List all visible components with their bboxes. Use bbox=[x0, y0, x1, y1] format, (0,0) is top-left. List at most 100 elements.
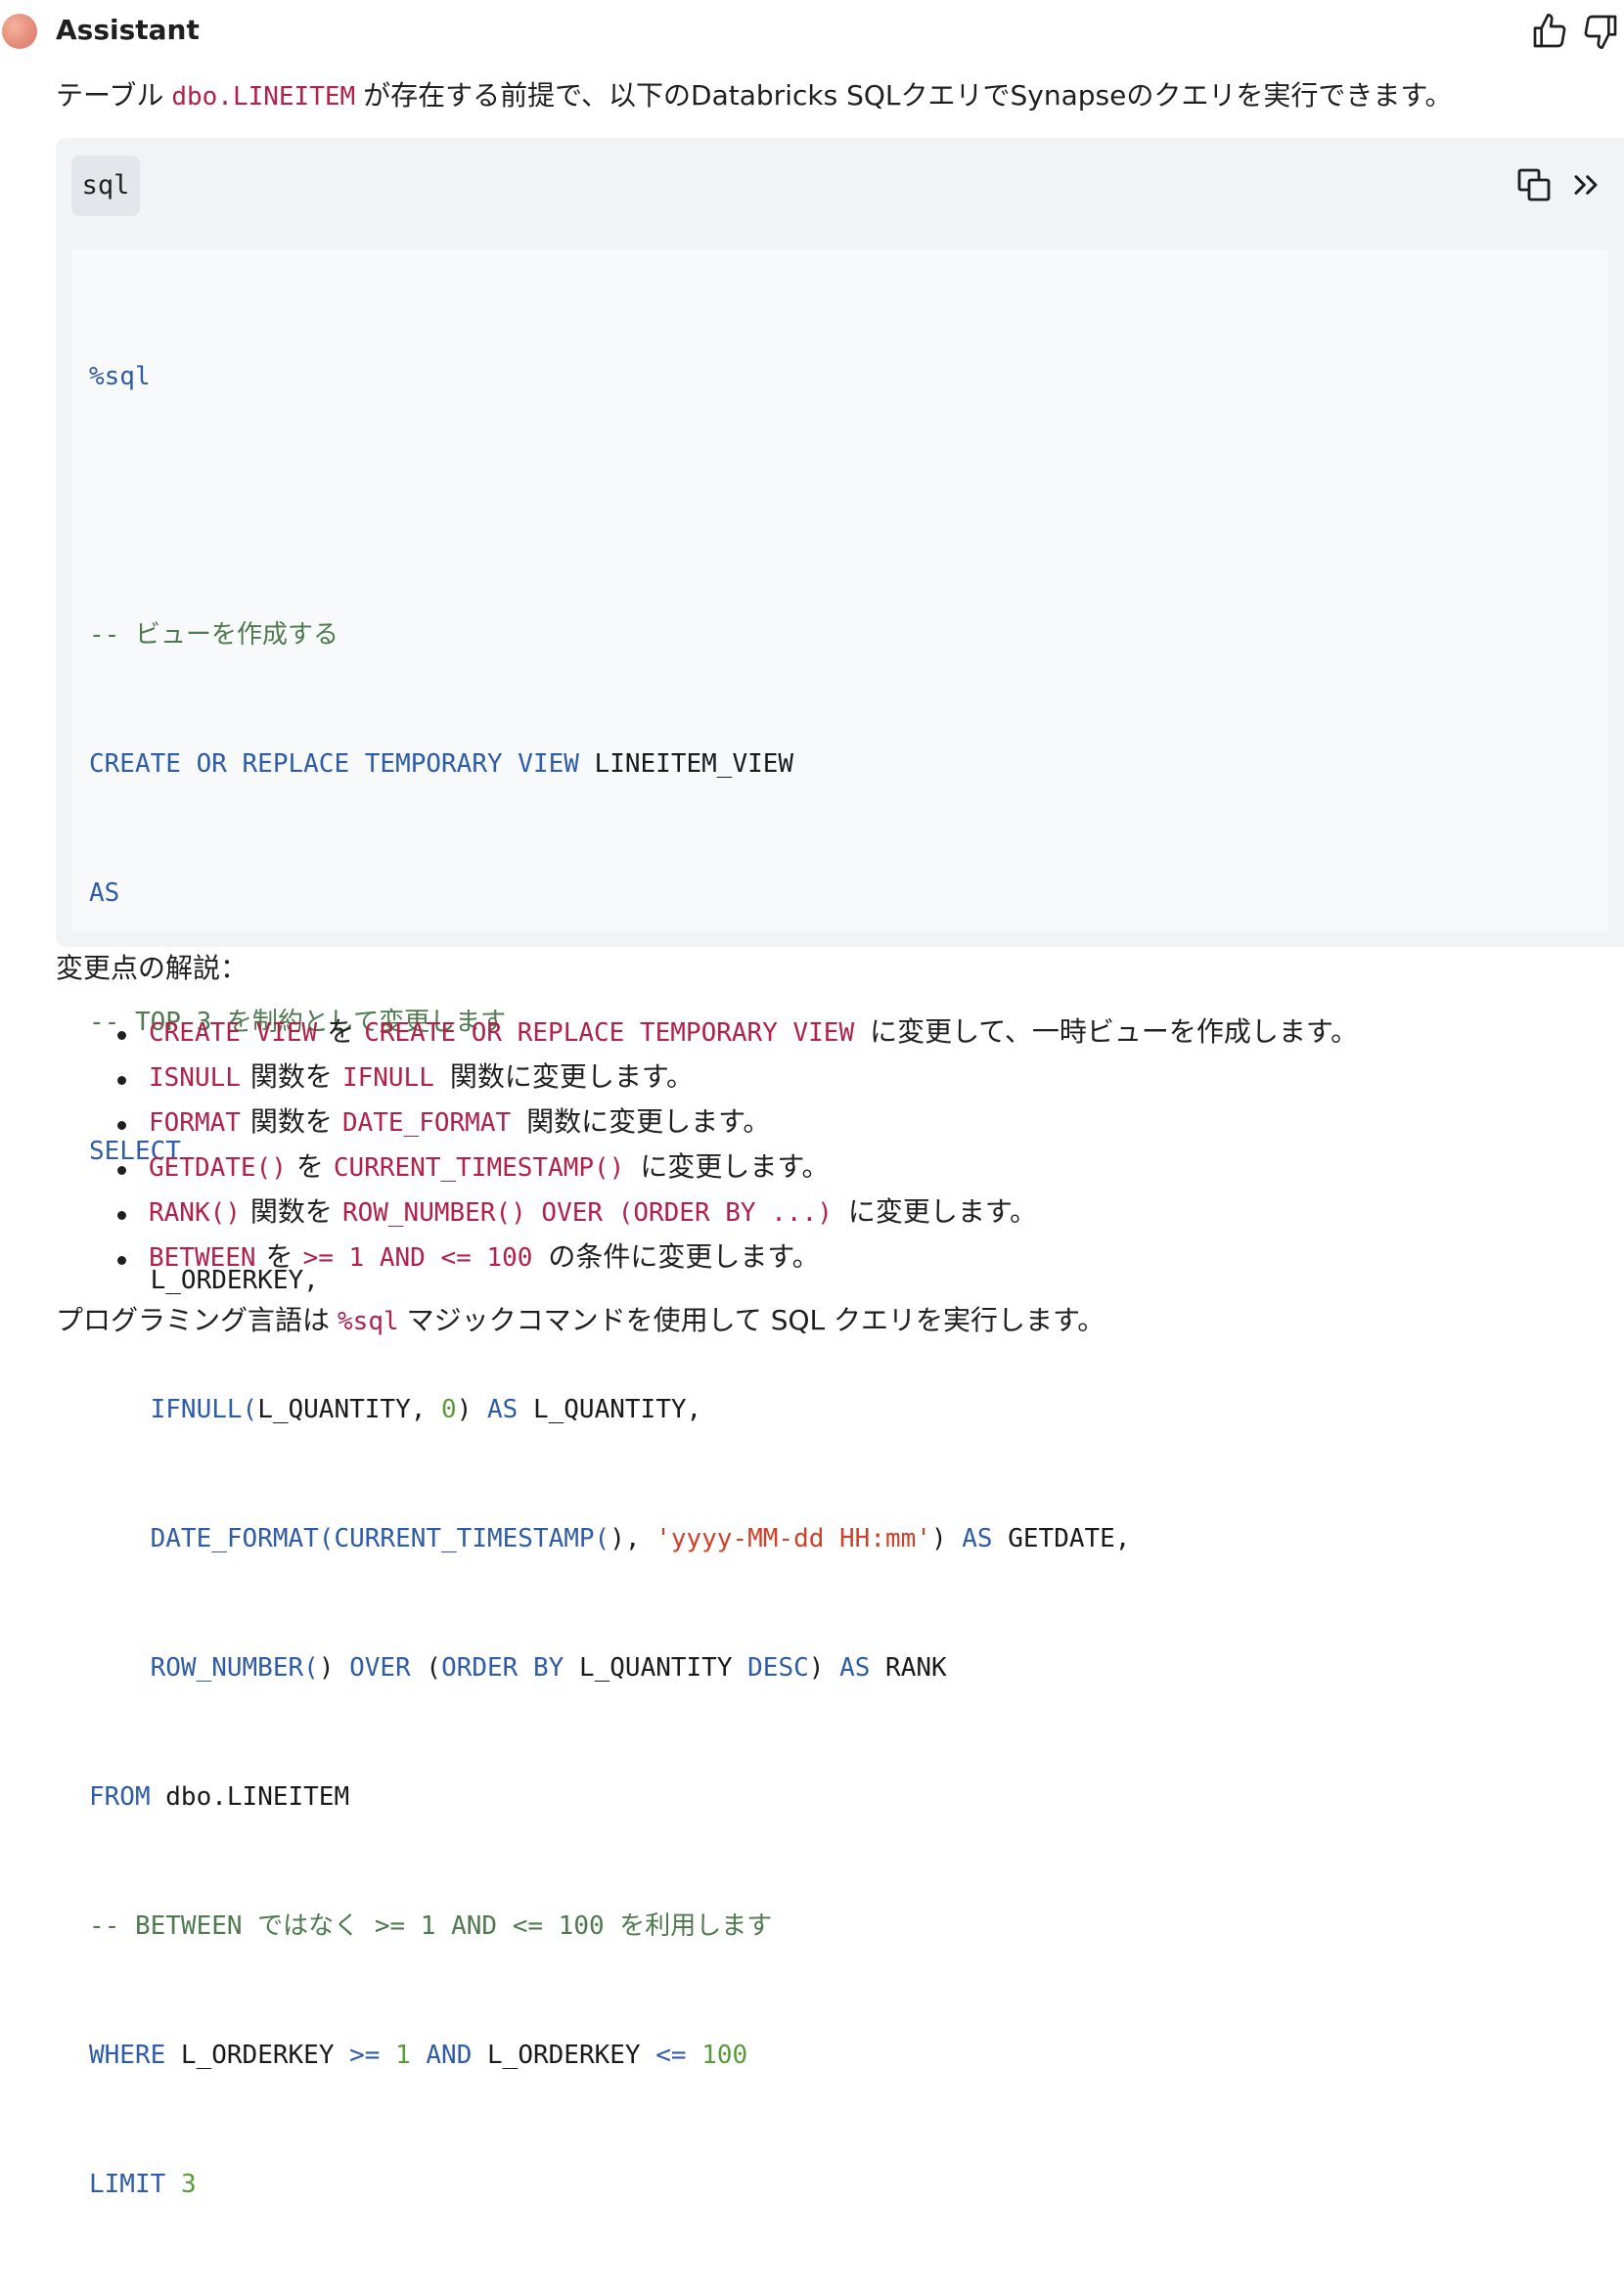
inline-code: DATE_FORMAT bbox=[341, 1108, 512, 1138]
code-token: ( bbox=[410, 1653, 442, 1683]
code-token: L_QUANTITY bbox=[564, 1653, 748, 1683]
list-text: の条件に変更します。 bbox=[548, 1240, 820, 1273]
code-token: ) bbox=[456, 1395, 487, 1424]
code-token: ORDER BY bbox=[441, 1653, 564, 1683]
explanation-title: 変更点の解説： bbox=[56, 952, 248, 984]
list-text: 関数に変更します。 bbox=[526, 1105, 771, 1138]
code-line: IFNULL(L_QUANTITY, 0) AS L_QUANTITY, bbox=[89, 1388, 1130, 1431]
code-comment: -- ビューを作成する bbox=[89, 620, 338, 650]
intro-before: テーブル bbox=[56, 79, 164, 112]
inline-code: CREATE VIEW bbox=[149, 1018, 318, 1048]
code-line: CREATE OR REPLACE TEMPORARY VIEW LINEITE… bbox=[89, 742, 1130, 786]
code-token: ) bbox=[930, 1524, 963, 1553]
list-text: に変更して、一時ビューを作成します。 bbox=[870, 1015, 1359, 1048]
list-item: RANK() 関数を ROW_NUMBER() OVER (ORDER BY ...… bbox=[108, 1192, 1358, 1237]
code-token: dbo.LINEITEM bbox=[150, 1782, 350, 1812]
list-text: を bbox=[327, 1015, 355, 1048]
code-token: <= bbox=[655, 2041, 687, 2070]
code-token: ) bbox=[808, 1653, 840, 1683]
inline-code: RANK() bbox=[149, 1198, 241, 1228]
code-token: %sql bbox=[89, 362, 151, 391]
inline-code: IFNULL bbox=[341, 1063, 434, 1093]
code-string: 'yyyy-MM-dd HH:mm' bbox=[655, 1524, 931, 1553]
code-panel: %sql -- ビューを作成する CREATE OR REPLACE TEMPO… bbox=[71, 249, 1607, 2199]
code-token: ), bbox=[609, 1524, 656, 1553]
code-token: AS bbox=[487, 1395, 519, 1424]
list-text: に変更します。 bbox=[640, 1150, 830, 1183]
footer-after: マジックコマンドを使用して SQL クエリを実行します。 bbox=[406, 1304, 1105, 1336]
code-token: FROM bbox=[89, 1782, 151, 1812]
code-token: WHERE bbox=[89, 2041, 166, 2070]
list-item: ISNULL 関数を IFNULL 関数に変更します。 bbox=[108, 1057, 1358, 1102]
code-token: LINEITEM_VIEW bbox=[578, 749, 794, 779]
code-line: AS bbox=[89, 872, 1130, 915]
code-token: RANK bbox=[870, 1653, 947, 1683]
inline-code: GETDATE() bbox=[149, 1153, 287, 1183]
code-token: DATE_FORMAT(CURRENT_TIMESTAMP( bbox=[89, 1524, 610, 1553]
list-text: 関数を bbox=[249, 1105, 333, 1138]
changes-list: CREATE VIEW を CREATE OR REPLACE TEMPORARY … bbox=[108, 1012, 1358, 1282]
code-token: L_ORDERKEY bbox=[472, 2041, 656, 2070]
inline-code: CREATE OR REPLACE TEMPORARY VIEW bbox=[364, 1018, 855, 1048]
inline-code: ROW_NUMBER() OVER (ORDER BY ...) bbox=[341, 1198, 833, 1228]
code-token: GETDATE, bbox=[992, 1524, 1131, 1553]
inline-code-table: dbo.LINEITEM bbox=[171, 82, 356, 112]
thumbs-up-icon[interactable] bbox=[1530, 12, 1569, 51]
code-language-badge: sql bbox=[71, 156, 140, 216]
inline-code-magic: %sql bbox=[338, 1307, 399, 1336]
code-number: 100 bbox=[701, 2041, 748, 2070]
inline-code: ISNULL bbox=[149, 1063, 241, 1093]
code-token: L_QUANTITY, bbox=[257, 1395, 442, 1424]
avatar bbox=[2, 14, 37, 49]
code-line: LIMIT 3 bbox=[89, 2163, 1130, 2206]
code-number: 3 bbox=[180, 2170, 197, 2199]
code-block: sql %sql -- ビューを作成する CREATE OR REPLACE T… bbox=[56, 138, 1624, 2199]
list-text: 関数に変更します。 bbox=[449, 1060, 695, 1093]
intro-after: が存在する前提で、以下のDatabricks SQLクエリでSynapseのクエ… bbox=[363, 79, 1453, 112]
footer-text: プログラミング言語は %sql マジックコマンドを使用して SQL クエリを実行しま… bbox=[56, 1301, 1105, 1341]
code-token: L_ORDERKEY bbox=[165, 2041, 350, 2070]
code-token: IFNULL( bbox=[89, 1395, 258, 1424]
chevron-double-right-icon[interactable] bbox=[1566, 165, 1605, 204]
list-text: を bbox=[265, 1240, 293, 1273]
copy-icon[interactable] bbox=[1514, 165, 1554, 204]
code-token: AS bbox=[839, 1653, 871, 1683]
list-item: BETWEEN を >= 1 AND <= 100 の条件に変更します。 bbox=[108, 1237, 1358, 1282]
code-line: %sql bbox=[89, 355, 1130, 398]
inline-code: CURRENT_TIMESTAMP() bbox=[333, 1153, 625, 1183]
code-comment: -- BETWEEN ではなく >= 1 AND <= 100 を利用します bbox=[89, 1911, 773, 1941]
list-item: GETDATE() を CURRENT_TIMESTAMP() に変更します。 bbox=[108, 1147, 1358, 1192]
inline-code: BETWEEN bbox=[149, 1243, 256, 1273]
intro-text: テーブル dbo.LINEITEM が存在する前提で、以下のDatabricks S… bbox=[56, 76, 1453, 116]
code-number: 0 bbox=[441, 1395, 457, 1424]
code-line: WHERE L_ORDERKEY >= 1 AND L_ORDERKEY <= … bbox=[89, 2034, 1130, 2077]
code-token: >= bbox=[349, 2041, 381, 2070]
code-token: OVER bbox=[349, 1653, 411, 1683]
code-line: DATE_FORMAT(CURRENT_TIMESTAMP(), 'yyyy-M… bbox=[89, 1517, 1131, 1560]
code-token: CREATE OR REPLACE TEMPORARY VIEW bbox=[89, 749, 579, 779]
code-token: DESC bbox=[747, 1653, 809, 1683]
list-item: FORMAT 関数を DATE_FORMAT 関数に変更します。 bbox=[108, 1102, 1358, 1147]
inline-code: >= 1 AND <= 100 bbox=[302, 1243, 533, 1273]
code-token: L_QUANTITY, bbox=[518, 1395, 702, 1424]
code-line: -- BETWEEN ではなく >= 1 AND <= 100 を利用します bbox=[89, 1905, 1130, 1948]
footer-before: プログラミング言語は bbox=[56, 1304, 331, 1336]
list-text: を bbox=[295, 1150, 324, 1183]
list-text: 関数を bbox=[249, 1060, 333, 1093]
code-line: -- ビューを作成する bbox=[89, 613, 1130, 656]
list-item: CREATE VIEW を CREATE OR REPLACE TEMPORARY … bbox=[108, 1012, 1358, 1057]
code-token: ROW_NUMBER( bbox=[89, 1653, 319, 1683]
code-line: ROW_NUMBER() OVER (ORDER BY L_QUANTITY D… bbox=[89, 1646, 1130, 1689]
inline-code: FORMAT bbox=[149, 1108, 241, 1138]
message-header: Assistant bbox=[0, 0, 1624, 63]
thumbs-down-icon[interactable] bbox=[1581, 12, 1620, 51]
code-token: AS bbox=[89, 878, 120, 908]
list-text: に変更します。 bbox=[847, 1195, 1038, 1228]
code-token: LIMIT bbox=[89, 2170, 166, 2199]
list-text: 関数を bbox=[249, 1195, 333, 1228]
